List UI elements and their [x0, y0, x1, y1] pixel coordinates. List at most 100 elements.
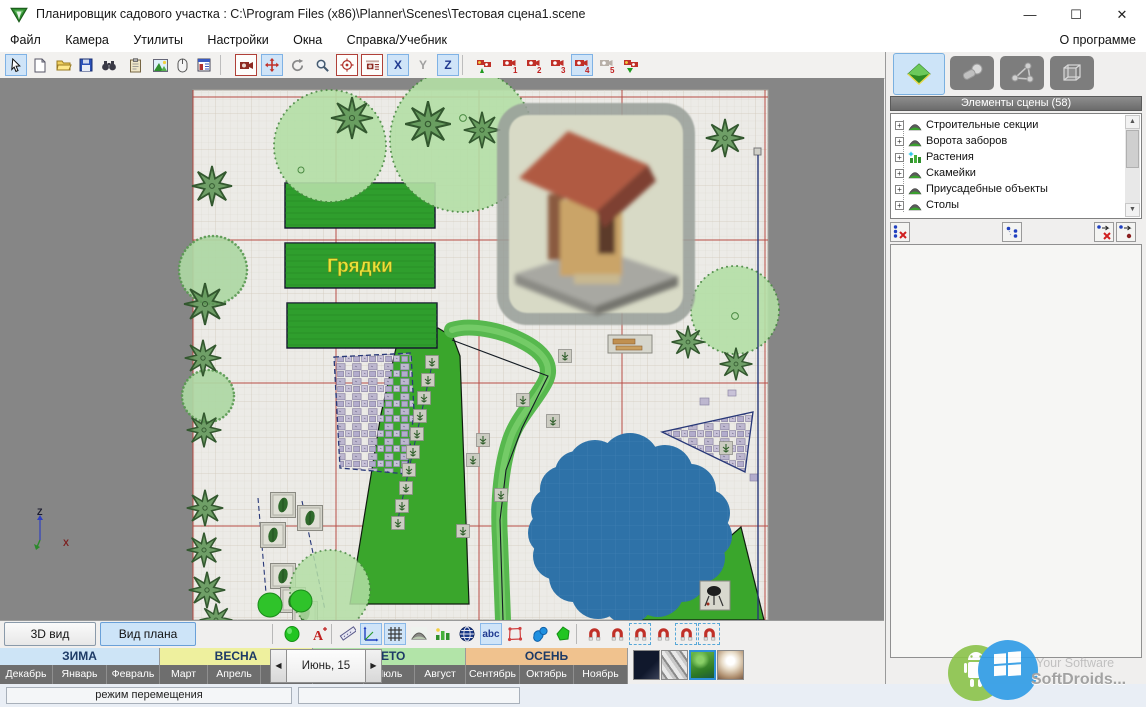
menu-utilities[interactable]: Утилиты: [123, 30, 193, 50]
camera-preset-3-button[interactable]: 3: [547, 54, 569, 76]
tab-scene-elements[interactable]: [893, 53, 945, 95]
minimize-button[interactable]: —: [1007, 0, 1053, 30]
month-november[interactable]: Ноябрь: [574, 665, 628, 684]
bed-3[interactable]: [287, 303, 437, 348]
month-april[interactable]: Апрель: [208, 665, 261, 684]
summer-thumbnail[interactable]: [689, 650, 716, 680]
new-scene-button[interactable]: [29, 54, 51, 76]
export-image-button[interactable]: [149, 54, 171, 76]
camera-preset-restore-button[interactable]: [621, 54, 643, 76]
month-september[interactable]: Сентябрь: [466, 665, 520, 684]
scene-elements-tree[interactable]: + Строительные секции + Ворота заборов +…: [890, 113, 1142, 219]
tree-item-building-sections[interactable]: + Строительные секции: [895, 117, 1038, 133]
menu-about[interactable]: О программе: [1060, 33, 1136, 47]
winter-thumbnail[interactable]: [633, 650, 660, 680]
expand-icon[interactable]: +: [895, 185, 904, 194]
plants-display-button[interactable]: [432, 623, 454, 645]
autumn-thumbnail[interactable]: [717, 650, 744, 680]
snap-objects-button[interactable]: [606, 623, 628, 645]
remove-all-elements-button[interactable]: [890, 222, 910, 242]
tree-item-fence-gates[interactable]: + Ворота заборов: [895, 133, 1007, 149]
report-button[interactable]: [193, 54, 215, 76]
terrain-display-button[interactable]: [408, 623, 430, 645]
next-day-button[interactable]: ▶: [365, 649, 382, 683]
globe-display-button[interactable]: [456, 623, 478, 645]
snap-grid-button[interactable]: [583, 623, 605, 645]
rotate-tool-button[interactable]: [286, 54, 308, 76]
garden-beds[interactable]: Грядки: [285, 183, 437, 348]
apply-selection-button[interactable]: [1116, 222, 1136, 242]
menu-file[interactable]: Файл: [0, 30, 51, 50]
expand-icon[interactable]: +: [895, 153, 904, 162]
tree-item-plants[interactable]: + Растения: [895, 149, 974, 165]
grid-display-button[interactable]: [384, 623, 406, 645]
lawn-area-button[interactable]: [552, 623, 574, 645]
bed-2[interactable]: Грядки: [285, 243, 435, 288]
snap-nodes-button[interactable]: [652, 623, 674, 645]
select-tool-button[interactable]: [5, 54, 27, 76]
bench[interactable]: [608, 335, 652, 353]
prev-day-button[interactable]: ◀: [270, 649, 287, 683]
month-january[interactable]: Январь: [53, 665, 107, 684]
tree-item-tables[interactable]: + Столы: [895, 197, 959, 213]
ellipse-tool-button[interactable]: [281, 623, 303, 645]
close-button[interactable]: ✕: [1099, 0, 1145, 30]
zoom-tool-button[interactable]: [311, 54, 333, 76]
season-autumn[interactable]: ОСЕНЬ: [466, 648, 628, 665]
maximize-button[interactable]: ☐: [1053, 0, 1099, 30]
scroll-up-button[interactable]: ▲: [1125, 115, 1140, 129]
axis-y-button[interactable]: Y: [412, 54, 434, 76]
axis-x-button[interactable]: X: [387, 54, 409, 76]
move-tool-button[interactable]: [261, 54, 283, 76]
tab-objects[interactable]: [1050, 56, 1094, 90]
camera-preset-1-button[interactable]: 1: [499, 54, 521, 76]
month-december[interactable]: Декабрь: [0, 665, 53, 684]
month-february[interactable]: Февраль: [107, 665, 160, 684]
tree-scrollbar[interactable]: ▲ ▼: [1125, 115, 1140, 217]
polygon-select-button[interactable]: [504, 623, 526, 645]
month-march[interactable]: Март: [160, 665, 208, 684]
water-area-button[interactable]: [528, 623, 550, 645]
tab-materials[interactable]: [950, 56, 994, 90]
axes-display-button[interactable]: [360, 623, 382, 645]
bbq-grill[interactable]: [700, 581, 730, 610]
select-elements-button[interactable]: [1002, 222, 1022, 242]
center-target-button[interactable]: [336, 54, 358, 76]
open-scene-button[interactable]: [53, 54, 75, 76]
save-scene-button[interactable]: [75, 54, 97, 76]
camera-preset-4-button[interactable]: 4: [571, 54, 593, 76]
spring-thumbnail[interactable]: [661, 650, 688, 680]
tab-nodes[interactable]: [1000, 56, 1044, 90]
measure-tool-button[interactable]: [336, 623, 358, 645]
view-plan-button[interactable]: Вид плана: [100, 622, 196, 646]
snap-guides-button[interactable]: [698, 623, 720, 645]
scrollbar-thumb[interactable]: [1126, 130, 1139, 168]
camera-view-button[interactable]: [235, 54, 257, 76]
snap-angle-button[interactable]: [629, 623, 651, 645]
menu-camera[interactable]: Камера: [55, 30, 119, 50]
expand-icon[interactable]: +: [895, 137, 904, 146]
current-date[interactable]: Июнь, 15: [287, 649, 365, 683]
house-image[interactable]: [497, 103, 695, 325]
camera-preset-5-button[interactable]: 5: [596, 54, 618, 76]
search-button[interactable]: [98, 54, 120, 76]
expand-icon[interactable]: +: [895, 121, 904, 130]
rock-garden[interactable]: [334, 353, 414, 474]
menu-help[interactable]: Справка/Учебник: [337, 30, 457, 50]
clipboard-button[interactable]: [124, 54, 146, 76]
add-text-button[interactable]: A: [308, 623, 330, 645]
menu-settings[interactable]: Настройки: [197, 30, 278, 50]
season-winter[interactable]: ЗИМА: [0, 648, 160, 665]
month-october[interactable]: Октябрь: [520, 665, 574, 684]
labels-display-button[interactable]: abc: [480, 623, 502, 645]
expand-icon[interactable]: +: [895, 201, 904, 210]
month-august[interactable]: Август: [415, 665, 466, 684]
delete-selected-button[interactable]: [1094, 222, 1114, 242]
tree-item-benches[interactable]: + Скамейки: [895, 165, 976, 181]
view-3d-button[interactable]: 3D вид: [4, 622, 96, 646]
plan-canvas[interactable]: Грядки: [0, 78, 884, 620]
expand-icon[interactable]: +: [895, 169, 904, 178]
camera-preset-2-button[interactable]: 2: [523, 54, 545, 76]
scroll-down-button[interactable]: ▼: [1125, 203, 1140, 217]
menu-windows[interactable]: Окна: [283, 30, 332, 50]
